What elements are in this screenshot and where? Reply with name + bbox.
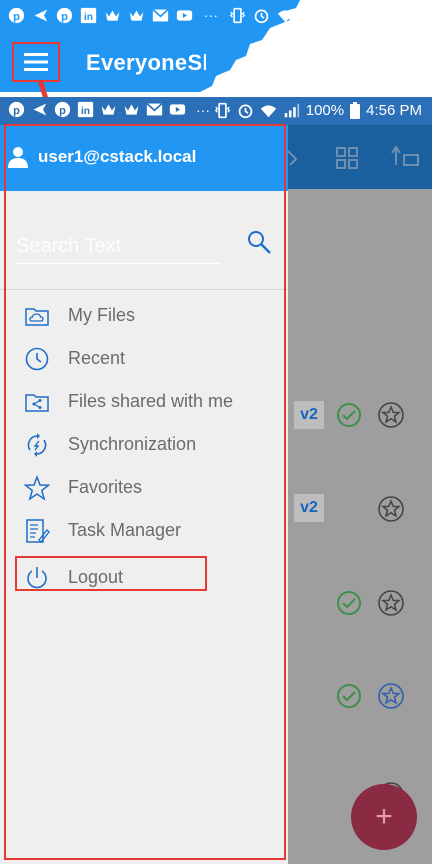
menu-item-favorites[interactable]: Favorites bbox=[0, 467, 288, 507]
youtube-icon bbox=[169, 104, 186, 115]
crown-icon bbox=[129, 9, 144, 21]
menu-item-task-manager[interactable]: Task Manager bbox=[0, 510, 288, 550]
wifi-icon bbox=[260, 105, 276, 118]
battery-percent: 100% bbox=[305, 102, 345, 119]
upload-folder-icon[interactable] bbox=[390, 143, 420, 171]
star-outline-icon[interactable] bbox=[377, 401, 405, 429]
star-outline-icon[interactable] bbox=[377, 589, 405, 617]
pinterest-icon: p bbox=[8, 101, 25, 118]
main-screenshot: p p in ··· 100% 4:56 PM v2 v2 + user1@cs… bbox=[0, 97, 432, 864]
check-circle-icon bbox=[337, 403, 361, 427]
user-account-label: user1@cstack.local bbox=[38, 147, 197, 166]
menu-item-label: Favorites bbox=[68, 477, 143, 497]
hamburger-icon bbox=[24, 53, 48, 71]
plus-icon: + bbox=[375, 800, 393, 833]
menu-item-label: Files shared with me bbox=[68, 391, 234, 411]
gmail-icon bbox=[152, 8, 169, 21]
wifi-icon bbox=[277, 9, 294, 22]
linkedin-icon: in bbox=[80, 7, 97, 23]
gmail-icon bbox=[146, 102, 163, 116]
task-icon bbox=[26, 519, 50, 543]
pinterest-icon: p bbox=[8, 7, 25, 23]
more-icon: ··· bbox=[204, 7, 218, 23]
menu-button[interactable] bbox=[12, 42, 60, 82]
svg-text:p: p bbox=[59, 105, 66, 117]
power-icon bbox=[27, 567, 47, 589]
menu-item-logout[interactable]: Logout bbox=[0, 557, 288, 597]
svg-text:in: in bbox=[84, 11, 93, 22]
drawer-divider bbox=[0, 289, 288, 290]
menu-item-label: Synchronization bbox=[68, 434, 197, 454]
app-title: EveryoneSh bbox=[86, 50, 206, 75]
navigation-drawer: user1@cstack.local My Files Recent Files… bbox=[0, 125, 288, 864]
battery-icon bbox=[350, 102, 361, 119]
svg-text:p: p bbox=[13, 10, 20, 22]
crown-icon bbox=[124, 104, 139, 115]
svg-text:p: p bbox=[61, 10, 68, 22]
check-circle-icon bbox=[337, 591, 361, 615]
svg-text:p: p bbox=[13, 105, 20, 117]
user-icon bbox=[8, 147, 28, 168]
menu-item-my-files[interactable]: My Files bbox=[0, 295, 288, 335]
signal-icon bbox=[284, 103, 299, 118]
menu-item-label: Task Manager bbox=[68, 520, 182, 540]
clock-icon bbox=[25, 347, 49, 371]
vibrate-icon bbox=[229, 7, 246, 23]
star-favorited-icon[interactable] bbox=[377, 682, 405, 710]
star-icon bbox=[24, 475, 50, 501]
search-icon[interactable] bbox=[246, 229, 272, 255]
star-outline-icon[interactable] bbox=[377, 495, 405, 523]
more-icon: ··· bbox=[196, 101, 210, 118]
search-input[interactable] bbox=[16, 229, 220, 264]
crown-icon bbox=[105, 9, 120, 21]
add-fab-button[interactable]: + bbox=[351, 784, 417, 850]
menu-item-files-shared-with-me[interactable]: Files shared with me bbox=[0, 381, 288, 421]
check-circle-icon bbox=[337, 684, 361, 708]
status-bar: p p in ··· 100% 4:56 PM bbox=[0, 97, 432, 125]
youtube-icon bbox=[176, 9, 193, 21]
menu-item-label: My Files bbox=[68, 305, 135, 325]
top-status-icons: p p in ··· bbox=[8, 4, 294, 26]
sync-icon bbox=[27, 433, 47, 457]
menu-item-label: Logout bbox=[68, 567, 124, 587]
send-icon bbox=[34, 9, 48, 21]
drawer-header: user1@cstack.local bbox=[0, 125, 288, 191]
version-badge: v2 bbox=[294, 494, 324, 522]
grid-view-icon[interactable] bbox=[334, 145, 360, 171]
pinterest-icon: p bbox=[54, 101, 71, 118]
vibrate-icon bbox=[214, 102, 230, 119]
version-badge: v2 bbox=[294, 401, 324, 429]
menu-item-recent[interactable]: Recent bbox=[0, 338, 288, 378]
shared-folder-icon bbox=[25, 394, 49, 412]
svg-text:in: in bbox=[81, 106, 90, 117]
pinterest-icon: p bbox=[56, 7, 73, 23]
menu-item-synchronization[interactable]: Synchronization bbox=[0, 424, 288, 464]
cloud-folder-icon bbox=[25, 308, 49, 326]
send-icon bbox=[33, 103, 47, 116]
clock-time: 4:56 PM bbox=[366, 102, 422, 119]
menu-item-label: Recent bbox=[68, 348, 126, 368]
linkedin-icon: in bbox=[77, 101, 94, 118]
alarm-icon bbox=[238, 104, 253, 119]
crown-icon bbox=[101, 104, 116, 115]
alarm-icon bbox=[254, 9, 269, 23]
